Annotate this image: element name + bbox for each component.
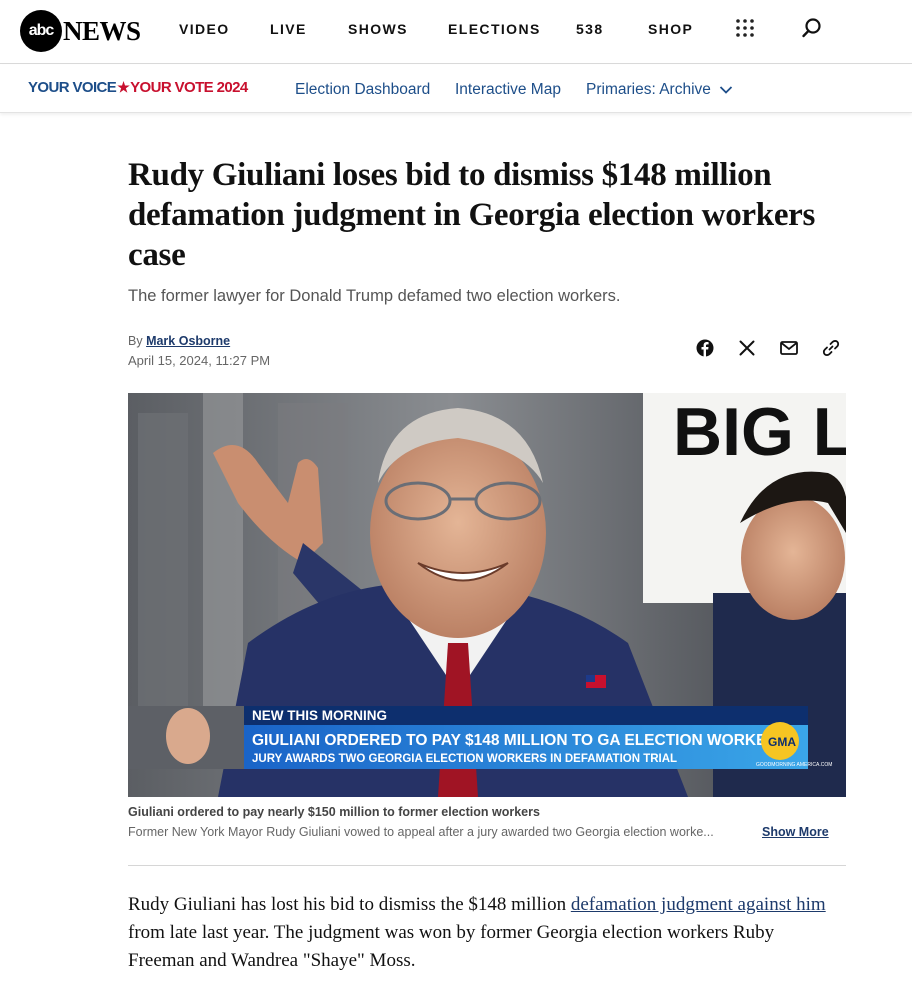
nav-link-video[interactable]: VIDEO	[179, 21, 230, 37]
abc-news-logo[interactable]: abc NEWS	[20, 10, 141, 52]
top-navigation-bar: abc NEWS VIDEO LIVE SHOWS ELECTIONS 538 …	[0, 0, 912, 64]
gma-logo: GMA	[768, 735, 796, 749]
subnav-interactive-map[interactable]: Interactive Map	[455, 81, 561, 99]
article-video-player[interactable]: BIG LI NEW THIS MORNING GIULIANI ORDERED…	[128, 393, 846, 797]
author-link[interactable]: Mark Osborne	[146, 334, 230, 348]
protest-sign-text: BIG LI	[673, 394, 846, 470]
gma-url: GOODMORNING AMERICA.COM	[756, 762, 832, 768]
brand-your-vote: YOUR VOTE 2024	[130, 79, 248, 96]
chevron-down-icon[interactable]	[719, 85, 733, 95]
publish-date: April 15, 2024, 11:27 PM	[128, 353, 271, 368]
your-voice-your-vote-brand[interactable]: YOUR VOICE ★ YOUR VOTE 2024	[28, 79, 248, 96]
caption-divider	[128, 865, 846, 866]
article-headline: Rudy Giuliani loses bid to dismiss $148 …	[128, 157, 816, 273]
lower-third-subhead: JURY AWARDS TWO GEORGIA ELECTION WORKERS…	[252, 753, 677, 765]
lower-third-kicker: NEW THIS MORNING	[252, 708, 387, 723]
byline-prefix: By	[128, 334, 147, 348]
search-icon[interactable]	[801, 17, 823, 39]
video-caption-body: Former New York Mayor Rudy Giuliani vowe…	[128, 825, 714, 839]
subnav-election-dashboard[interactable]: Election Dashboard	[295, 81, 430, 99]
x-icon	[739, 340, 755, 356]
nav-link-shows[interactable]: SHOWS	[348, 21, 408, 37]
nav-link-elections[interactable]: ELECTIONS	[448, 21, 541, 37]
link-icon	[822, 340, 840, 356]
abc-logo-circle: abc	[20, 10, 62, 52]
facebook-icon	[696, 339, 714, 357]
nav-link-live[interactable]: LIVE	[270, 21, 307, 37]
copy-link-button[interactable]	[820, 337, 842, 359]
lower-third-headline: GIULIANI ORDERED TO PAY $148 MILLION TO …	[252, 732, 788, 749]
article-dek: The former lawyer for Donald Trump defam…	[128, 287, 621, 305]
video-caption-title: Giuliani ordered to pay nearly $150 mill…	[128, 805, 540, 819]
x-share-button[interactable]	[736, 337, 758, 359]
defamation-judgment-link[interactable]: defamation judgment against him	[571, 894, 826, 915]
star-icon: ★	[117, 79, 130, 95]
paragraph-text-start: Rudy Giuliani has lost his bid to dismis…	[128, 894, 571, 915]
nav-link-538[interactable]: 538	[576, 21, 604, 37]
email-icon	[780, 341, 798, 355]
email-share-button[interactable]	[778, 337, 800, 359]
article-paragraph: Rudy Giuliani has lost his bid to dismis…	[128, 891, 828, 975]
paragraph-text-end: from late last year. The judgment was wo…	[128, 922, 775, 971]
subnav-primaries-archive[interactable]: Primaries: Archive	[586, 81, 711, 99]
show-more-button[interactable]: Show More	[762, 825, 829, 839]
election-subnav: YOUR VOICE ★ YOUR VOTE 2024 Election Das…	[0, 65, 912, 113]
facebook-share-button[interactable]	[694, 337, 716, 359]
grid-menu-icon[interactable]	[735, 18, 755, 38]
nav-link-shop[interactable]: SHOP	[648, 21, 693, 37]
brand-your-voice: YOUR VOICE	[28, 79, 117, 96]
byline: By Mark Osborne	[128, 334, 230, 348]
video-still-image: BIG LI NEW THIS MORNING GIULIANI ORDERED…	[128, 393, 846, 797]
news-wordmark: NEWS	[63, 15, 141, 46]
